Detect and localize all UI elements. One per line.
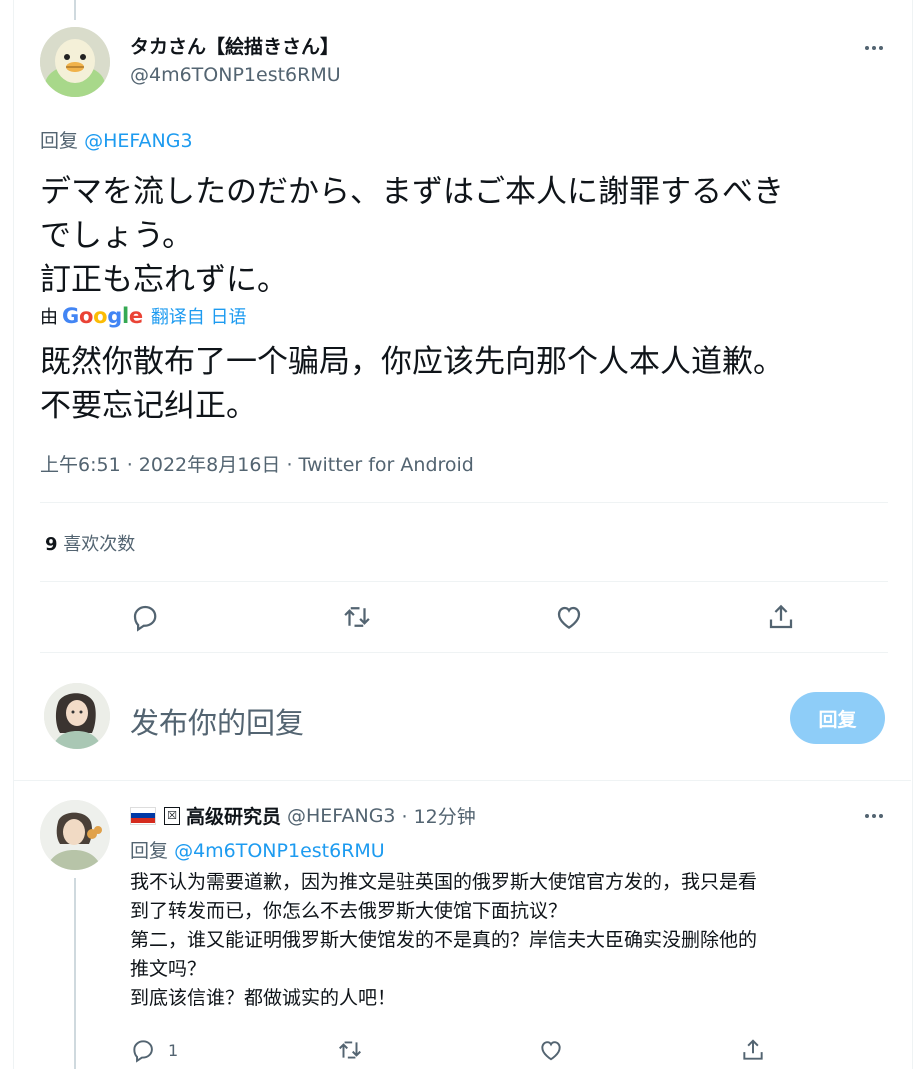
tweet-line: 訂正も忘れずに。 — [40, 262, 288, 298]
reply-count: 1 — [168, 1040, 179, 1060]
reply-line: 到了转发而已，你怎么不去俄罗斯大使馆下面抗议？ — [130, 900, 568, 922]
avatar[interactable] — [44, 683, 110, 749]
reply-to-label: 回复 — [130, 840, 169, 862]
reply-icon[interactable] — [128, 600, 162, 634]
tweet-line: デマを流したのだから、まずはご本人に謝罪するべき — [40, 174, 784, 210]
like-icon[interactable] — [538, 1035, 564, 1065]
reply-action[interactable]: 1 — [130, 1035, 178, 1065]
more-icon[interactable] — [860, 34, 888, 62]
divider — [40, 581, 888, 582]
reply-to-link[interactable]: @4m6TONP1est6RMU — [174, 840, 385, 862]
google-logo: Google — [62, 304, 143, 328]
divider — [40, 502, 888, 503]
author-handle[interactable]: @4m6TONP1est6RMU — [130, 64, 341, 86]
translated-text: 既然你散布了一个骗局，你应该先向那个人本人道歉。 不要忘记纠正。 — [40, 340, 890, 428]
likes-label: 喜欢次数 — [63, 534, 136, 555]
reply-to-label: 回复 — [40, 130, 79, 152]
divider — [40, 652, 888, 653]
likes-number: 9 — [45, 534, 58, 555]
reply-time[interactable]: · 12分钟 — [402, 802, 476, 829]
reply-text: 我不认为需要道歉，因为推文是驻英国的俄罗斯大使馆官方发的，我只是看 到了转发而已… — [130, 868, 890, 1013]
reply-context: 回复 @4m6TONP1est6RMU — [130, 836, 385, 863]
author-name[interactable]: タカさん【絵描きさん】 — [130, 32, 339, 59]
likes-count[interactable]: 9 喜欢次数 — [45, 530, 135, 556]
translate-link[interactable]: 翻译自 日语 — [151, 303, 247, 329]
reply-to-link[interactable]: @HEFANG3 — [84, 130, 193, 152]
reply-author-name[interactable]: 高级研究员 — [186, 802, 281, 829]
reply-button[interactable]: 回复 — [790, 692, 885, 744]
reply-author-row: ☒ 高级研究员 @HEFANG3 · 12分钟 — [130, 802, 476, 829]
reply-context: 回复 @HEFANG3 — [40, 126, 193, 153]
avatar[interactable] — [40, 27, 110, 97]
translated-line: 既然你散布了一个骗局，你应该先向那个人本人道歉。 — [40, 344, 784, 380]
tweet-line: でしょう。 — [40, 218, 194, 254]
reply-line: 到底该信谁？都做诚实的人吧！ — [130, 987, 397, 1009]
translate-prefix: 由 — [40, 307, 58, 328]
divider — [14, 780, 911, 781]
translation-attribution: 由 Google 翻译自 日语 — [40, 303, 247, 329]
reply-line: 我不认为需要道歉，因为推文是驻英国的俄罗斯大使馆官方发的，我只是看 — [130, 871, 758, 893]
reply-line: 第二，谁又能证明俄罗斯大使馆发的不是真的？岸信夫大臣确实没删除他的 — [130, 929, 758, 951]
avatar[interactable] — [40, 800, 110, 870]
share-icon[interactable] — [764, 600, 798, 634]
retweet-icon[interactable] — [340, 600, 374, 634]
tweet-text: デマを流したのだから、まずはご本人に謝罪するべき でしょう。 訂正も忘れずに。 — [40, 170, 890, 302]
russia-flag-icon — [130, 806, 156, 825]
reply-author-handle[interactable]: @HEFANG3 — [287, 805, 396, 827]
tweet-timestamp[interactable]: 上午6:51 · 2022年8月16日 · Twitter for Androi… — [40, 450, 474, 477]
boxed-x-icon: ☒ — [164, 806, 180, 825]
thread-line — [74, 0, 76, 20]
reply-input[interactable]: 发布你的回复 — [130, 700, 304, 742]
share-icon[interactable] — [740, 1035, 766, 1065]
reply-line: 推文吗？ — [130, 958, 207, 980]
reply-icon — [133, 1040, 153, 1063]
more-icon[interactable] — [860, 804, 888, 828]
retweet-icon[interactable] — [337, 1035, 363, 1065]
like-icon[interactable] — [552, 600, 586, 634]
translated-line: 不要忘记纠正。 — [40, 388, 257, 424]
thread-line — [74, 878, 76, 1069]
